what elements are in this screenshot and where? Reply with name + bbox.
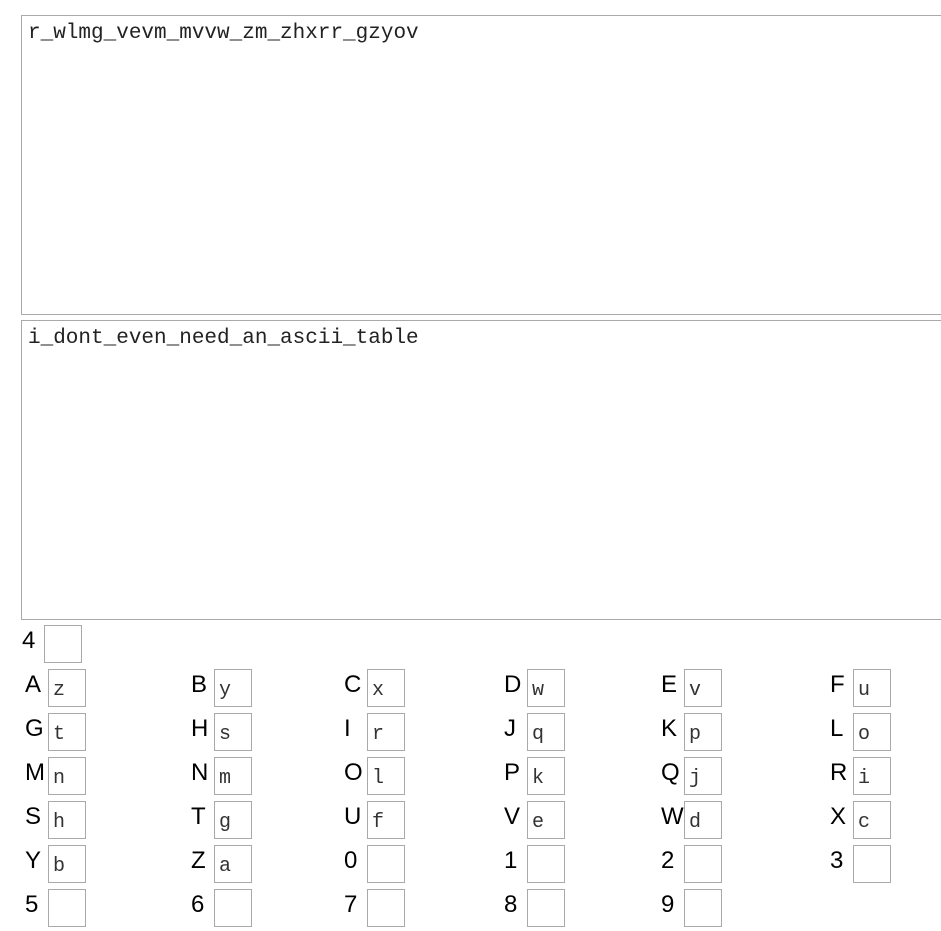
mapping-value-input[interactable] [684, 801, 722, 839]
mapping-key-label: R [830, 759, 848, 786]
mapping-key-label: G [25, 715, 44, 742]
mapping-value-input[interactable] [527, 713, 565, 751]
mapping-value-input[interactable] [527, 669, 565, 707]
mapping-value-input[interactable] [853, 757, 891, 795]
mapping-value-input[interactable] [684, 669, 722, 707]
mapping-value-input[interactable] [48, 845, 86, 883]
mapping-value-input[interactable] [684, 845, 722, 883]
mapping-key-label: 0 [344, 847, 358, 874]
cipher-text-area[interactable]: r_wlmg_vevm_mvvw_zm_zhxrr_gzyov [21, 15, 941, 315]
mapping-key-label: Z [191, 847, 206, 874]
mapping-value-input[interactable] [853, 713, 891, 751]
mapping-value-input[interactable] [367, 801, 405, 839]
mapping-value-input[interactable] [527, 845, 565, 883]
mapping-key-label: D [504, 671, 522, 698]
mapping-value-input[interactable] [527, 801, 565, 839]
mapping-value-input[interactable] [853, 801, 891, 839]
shift-label: 4 [22, 627, 36, 654]
mapping-key-label: L [830, 715, 844, 742]
mapping-key-label: C [344, 671, 362, 698]
mapping-key-label: B [191, 671, 208, 698]
mapping-value-input[interactable] [48, 801, 86, 839]
mapping-key-label: T [191, 803, 206, 830]
mapping-value-input[interactable] [214, 845, 252, 883]
mapping-value-input[interactable] [853, 669, 891, 707]
mapping-key-label: 2 [661, 847, 675, 874]
mapping-key-label: M [25, 759, 45, 786]
mapping-value-input[interactable] [214, 713, 252, 751]
mapping-key-label: A [25, 671, 42, 698]
mapping-value-input[interactable] [367, 669, 405, 707]
mapping-value-input[interactable] [48, 757, 86, 795]
mapping-value-input[interactable] [367, 713, 405, 751]
mapping-key-label: V [504, 803, 521, 830]
mapping-value-input[interactable] [853, 845, 891, 883]
mapping-value-input[interactable] [214, 669, 252, 707]
mapping-key-label: 1 [504, 847, 518, 874]
mapping-key-label: K [661, 715, 678, 742]
plain-text-area[interactable]: i_dont_even_need_an_ascii_table [21, 320, 941, 620]
mapping-key-label: U [344, 803, 362, 830]
mapping-key-label: O [344, 759, 363, 786]
mapping-key-label: J [504, 715, 516, 742]
mapping-value-input[interactable] [48, 713, 86, 751]
mapping-key-label: S [25, 803, 42, 830]
mapping-key-label: Y [25, 847, 42, 874]
mapping-key-label: P [504, 759, 521, 786]
mapping-value-input[interactable] [684, 713, 722, 751]
mapping-value-input[interactable] [367, 757, 405, 795]
mapping-key-label: E [661, 671, 678, 698]
mapping-key-label: I [344, 715, 351, 742]
mapping-value-input[interactable] [48, 669, 86, 707]
mapping-value-input[interactable] [367, 845, 405, 883]
mapping-key-label: X [830, 803, 847, 830]
mapping-key-label: H [191, 715, 209, 742]
shift-row: 4 [22, 623, 941, 667]
mapping-value-input[interactable] [527, 757, 565, 795]
mapping-key-label: 3 [830, 847, 844, 874]
mapping-value-input[interactable] [214, 801, 252, 839]
shift-input[interactable] [44, 625, 82, 663]
mapping-key-label: F [830, 671, 845, 698]
mapping-key-label: Q [661, 759, 680, 786]
mapping-key-label: N [191, 759, 209, 786]
mapping-key-label: W [661, 803, 684, 830]
mapping-value-input[interactable] [684, 757, 722, 795]
mapping-value-input[interactable] [214, 757, 252, 795]
